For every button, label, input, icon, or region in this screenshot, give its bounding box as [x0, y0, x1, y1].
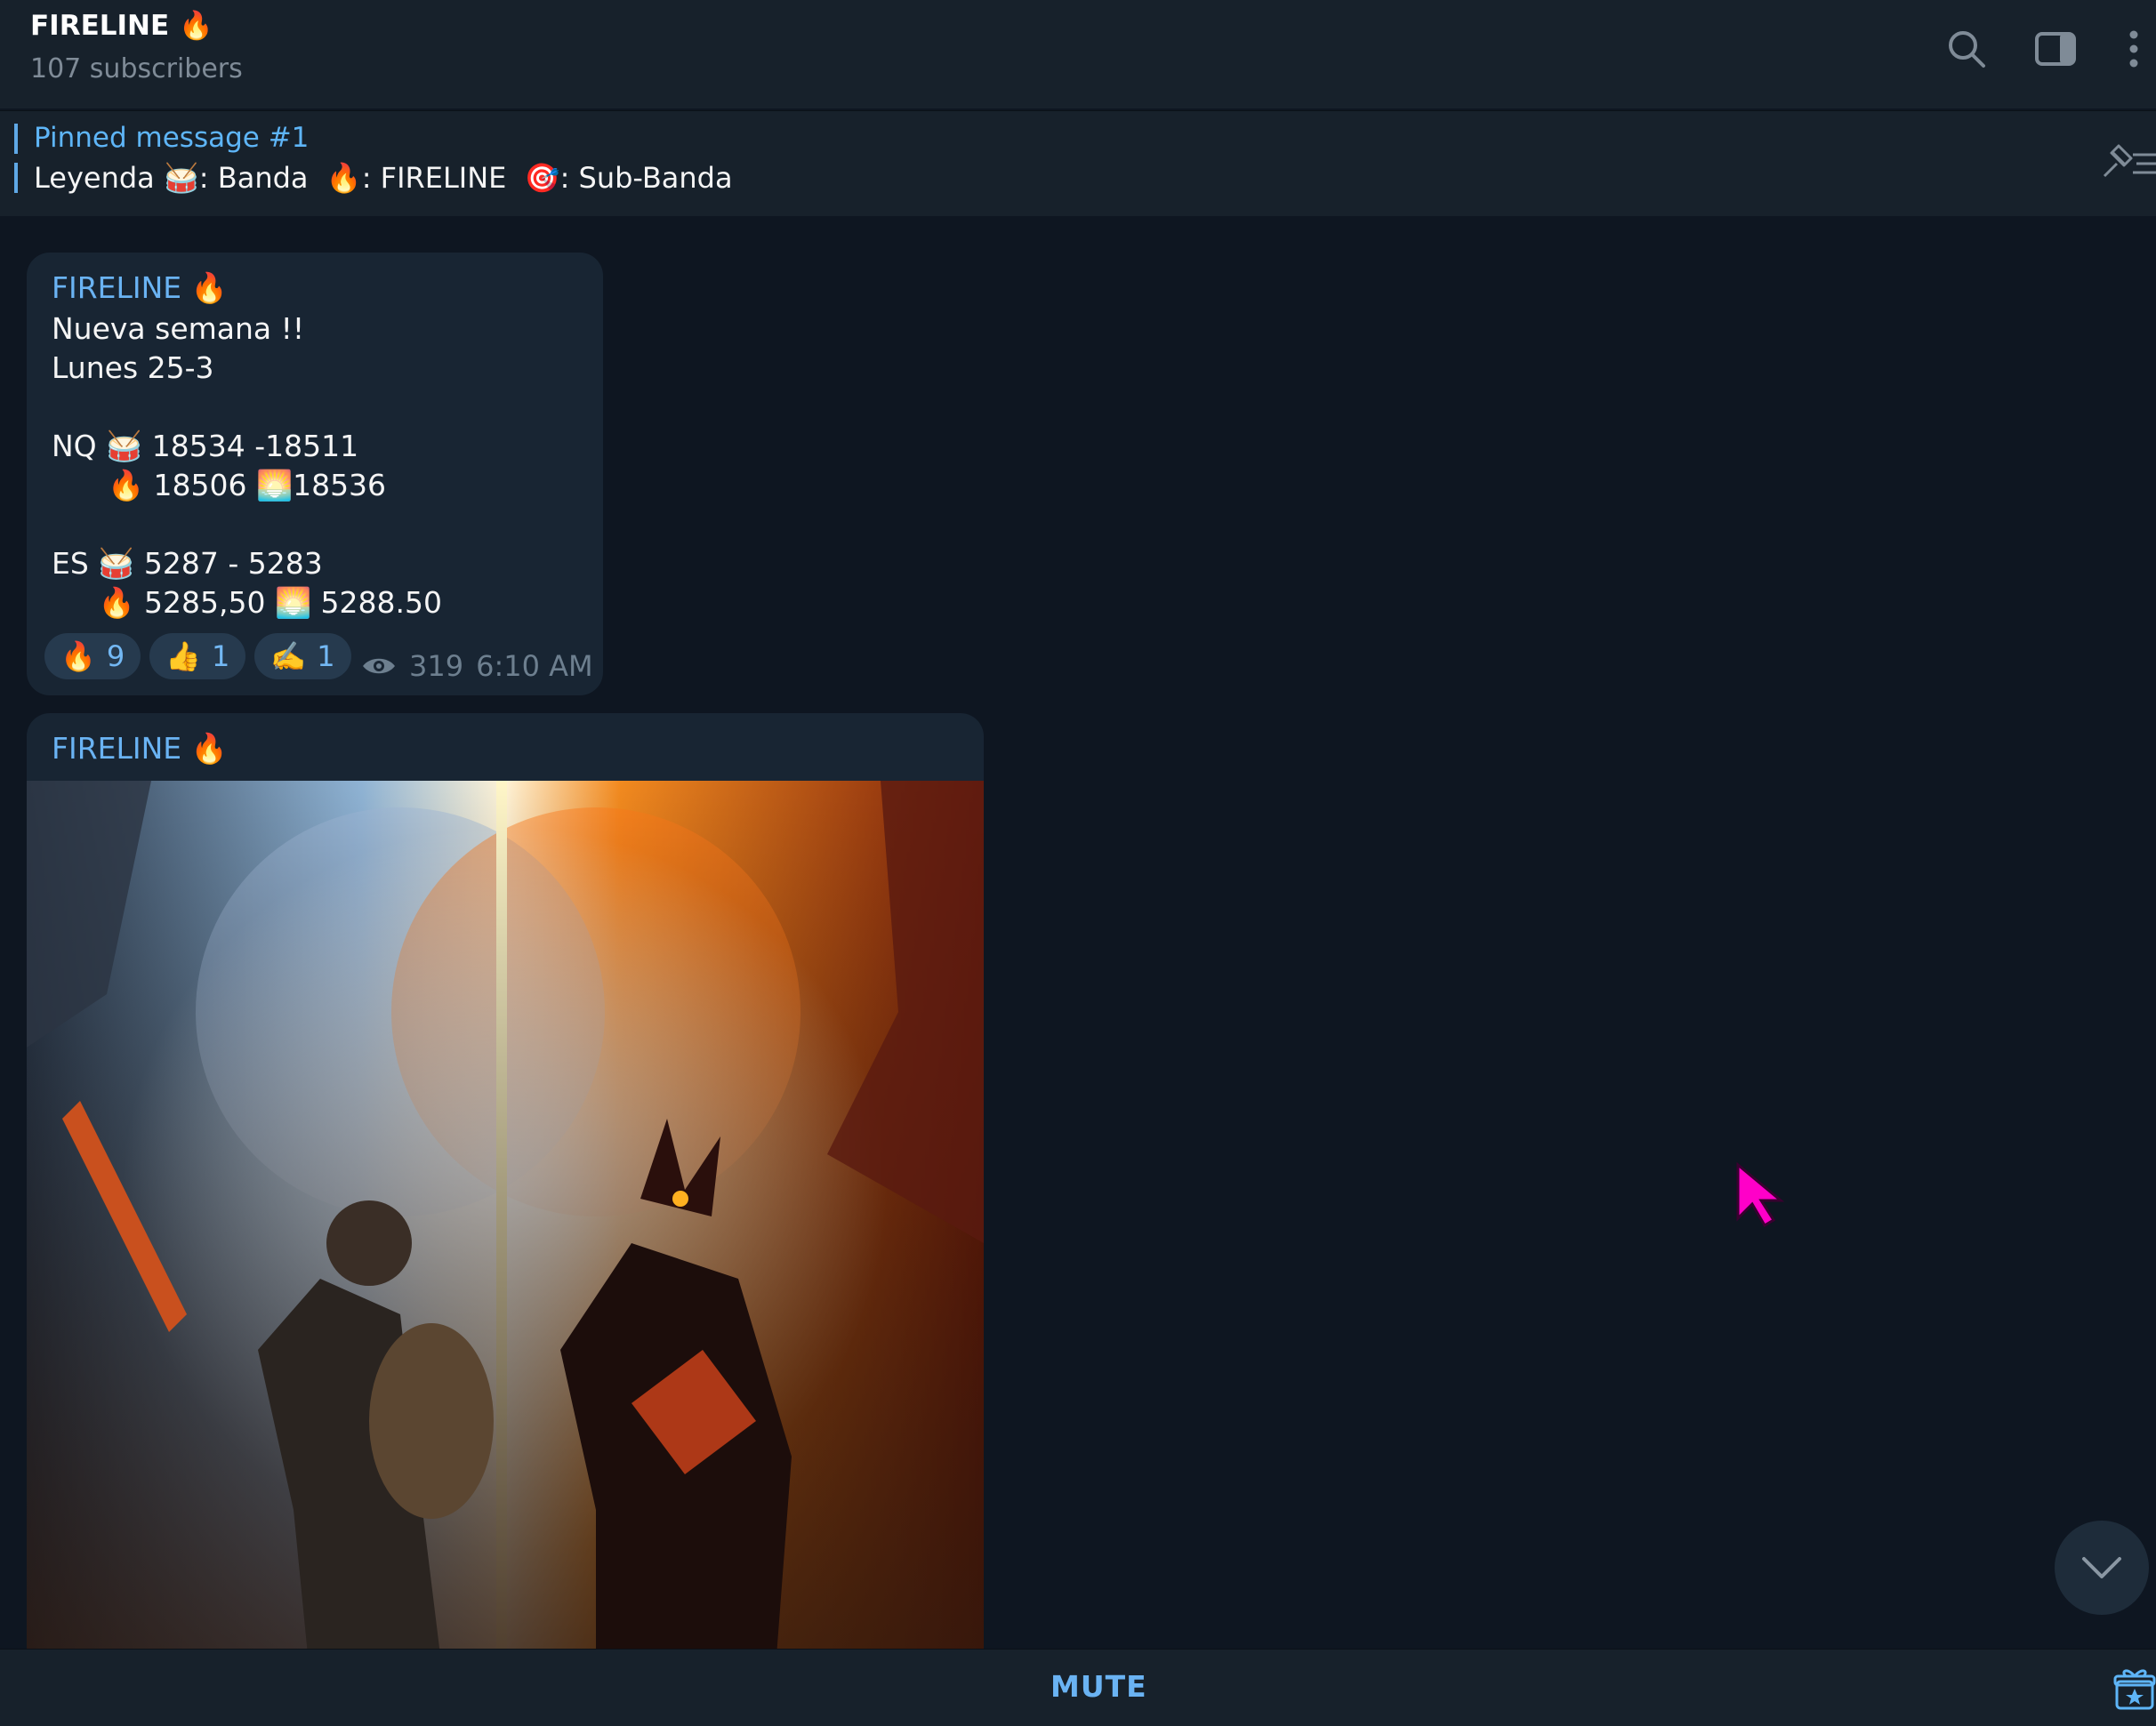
message-time: 6:10 AM — [476, 649, 593, 683]
pinned-list-icon[interactable] — [2099, 142, 2156, 181]
view-count: 319 — [409, 649, 464, 683]
bottom-bar: MUTE — [0, 1649, 2156, 1726]
reactions-row: 🔥 9 👍 1 ✍️ 1 — [44, 633, 351, 679]
pinned-indicator — [14, 124, 18, 200]
reaction-thumbs-up[interactable]: 👍 1 — [149, 633, 246, 679]
message-sender[interactable]: FIRELINE 🔥 — [52, 270, 228, 306]
message-meta: 319 6:10 AM — [361, 649, 593, 683]
pinned-title: Pinned message #1 — [34, 122, 310, 154]
reaction-fire[interactable]: 🔥 9 — [44, 633, 141, 679]
pinned-message-bar[interactable]: Pinned message #1 Leyenda 🥁: Banda 🔥: FI… — [0, 110, 2156, 216]
message-bubble[interactable]: FIRELINE 🔥 Nueva semana !! Lunes 25-3 NQ… — [27, 253, 603, 695]
message-text: Nueva semana !! Lunes 25-3 NQ 🥁 18534 -1… — [52, 311, 443, 620]
channel-title[interactable]: FIRELINE 🔥 — [30, 9, 213, 42]
more-vertical-icon[interactable] — [2112, 27, 2156, 71]
reaction-count: 1 — [212, 639, 230, 673]
message-bubble[interactable]: FIRELINE 🔥 — [27, 713, 984, 1691]
scroll-to-bottom-button[interactable] — [2055, 1521, 2149, 1615]
mouse-cursor-icon — [1736, 1161, 1784, 1227]
mute-button[interactable]: MUTE — [1050, 1669, 1147, 1704]
message-sender[interactable]: FIRELINE 🔥 — [52, 731, 228, 767]
chevron-down-icon — [2082, 1557, 2121, 1578]
chat-header: FIRELINE 🔥 107 subscribers — [0, 0, 2156, 108]
reaction-emoji: 🔥 — [60, 639, 96, 673]
eye-icon — [363, 658, 395, 674]
reaction-emoji: ✍️ — [270, 639, 307, 673]
pinned-text: Leyenda 🥁: Banda 🔥: FIRELINE 🎯: Sub-Band… — [34, 161, 733, 195]
reaction-count: 9 — [106, 639, 125, 673]
reaction-emoji: 👍 — [165, 639, 202, 673]
reaction-count: 1 — [317, 639, 335, 673]
reaction-writing-hand[interactable]: ✍️ 1 — [254, 633, 351, 679]
gift-icon[interactable] — [2113, 1666, 2156, 1712]
search-icon[interactable] — [1944, 27, 1989, 71]
subscriber-count: 107 subscribers — [30, 53, 243, 84]
sidebar-toggle-icon[interactable] — [2033, 27, 2078, 71]
message-image[interactable] — [27, 781, 984, 1691]
